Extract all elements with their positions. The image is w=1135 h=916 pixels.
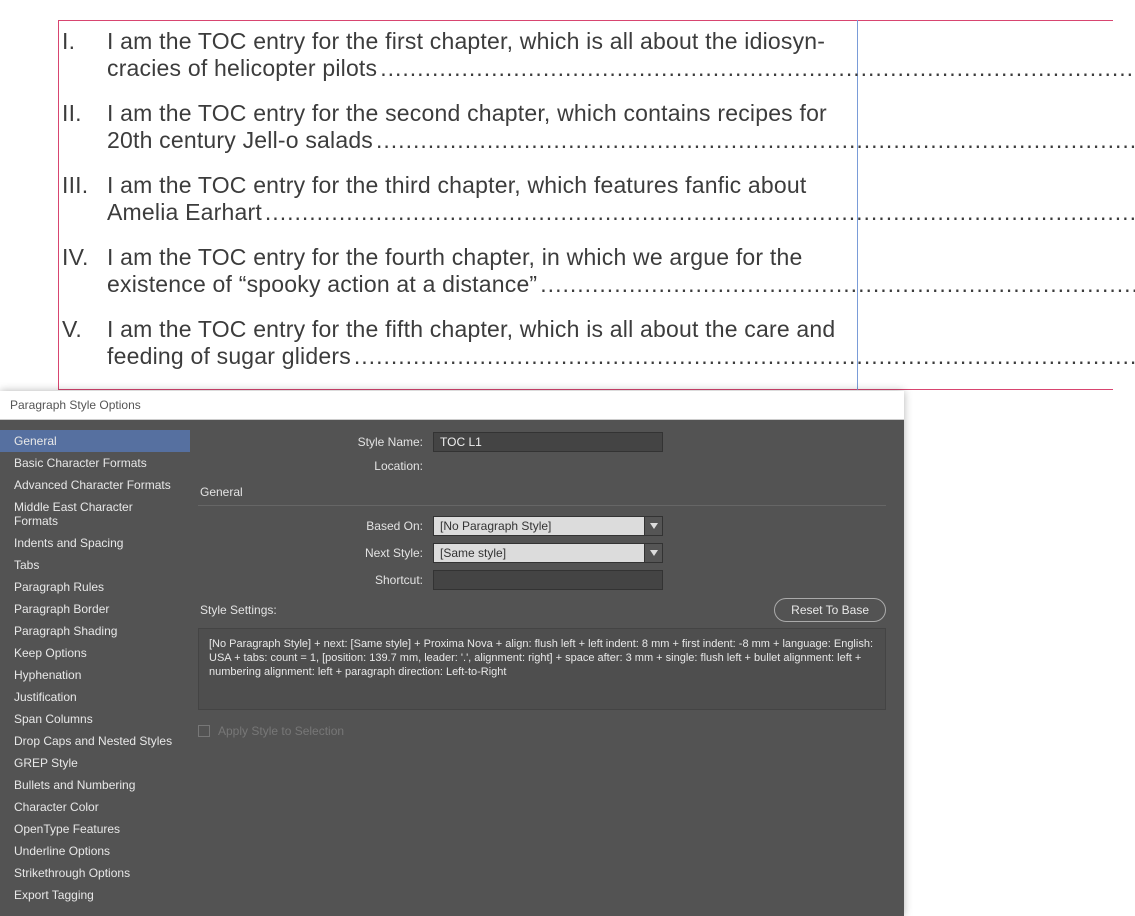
toc-text: existence of “spooky action at a distanc…	[107, 271, 537, 298]
toc-entry: III.I am the TOC entry for the third cha…	[62, 172, 852, 226]
based-on-dropdown[interactable]: [No Paragraph Style]	[433, 516, 663, 536]
toc-body: I am the TOC entry for the first chapter…	[107, 28, 1135, 82]
toc-number: I.	[62, 28, 107, 82]
apply-style-label: Apply Style to Selection	[218, 724, 344, 738]
toc-leader	[537, 271, 1135, 298]
toc-leader	[262, 199, 1135, 226]
sidebar-item-span-columns[interactable]: Span Columns	[0, 708, 190, 730]
paragraph-style-dialog: Paragraph Style Options GeneralBasic Cha…	[0, 391, 904, 916]
toc-number: III.	[62, 172, 107, 226]
sidebar-item-indents-and-spacing[interactable]: Indents and Spacing	[0, 532, 190, 554]
sidebar-item-paragraph-rules[interactable]: Paragraph Rules	[0, 576, 190, 598]
toc-leader	[351, 343, 1135, 370]
toc-text-line1: I am the TOC entry for the first chapter…	[107, 28, 1135, 55]
sidebar-item-justification[interactable]: Justification	[0, 686, 190, 708]
toc-body: I am the TOC entry for the third chapter…	[107, 172, 1135, 226]
sidebar-item-hyphenation[interactable]: Hyphenation	[0, 664, 190, 686]
toc-entry: I.I am the TOC entry for the first chapt…	[62, 28, 852, 82]
sidebar-item-strikethrough-options[interactable]: Strikethrough Options	[0, 862, 190, 884]
toc-text: feeding of sugar gliders	[107, 343, 351, 370]
next-style-label: Next Style:	[198, 546, 433, 560]
toc-content: I.I am the TOC entry for the first chapt…	[62, 28, 852, 388]
sidebar-item-drop-caps-and-nested-styles[interactable]: Drop Caps and Nested Styles	[0, 730, 190, 752]
sidebar-item-bullets-and-numbering[interactable]: Bullets and Numbering	[0, 774, 190, 796]
sidebar-item-export-tagging[interactable]: Export Tagging	[0, 884, 190, 906]
toc-text-line1: I am the TOC entry for the fourth chapte…	[107, 244, 1135, 271]
sidebar-item-opentype-features[interactable]: OpenType Features	[0, 818, 190, 840]
toc-body: I am the TOC entry for the fourth chapte…	[107, 244, 1135, 298]
sidebar-item-advanced-character-formats[interactable]: Advanced Character Formats	[0, 474, 190, 496]
next-style-dropdown[interactable]: [Same style]	[433, 543, 663, 563]
based-on-value: [No Paragraph Style]	[433, 516, 645, 536]
toc-text: Amelia Earhart	[107, 199, 262, 226]
sidebar-item-grep-style[interactable]: GREP Style	[0, 752, 190, 774]
toc-text-line1: I am the TOC entry for the fifth chapter…	[107, 316, 1135, 343]
toc-number: V.	[62, 316, 107, 370]
toc-leader	[377, 55, 1135, 82]
dialog-main-panel: Style Name: Location: General Based On: …	[190, 420, 904, 916]
toc-text-line1: I am the TOC entry for the third chapter…	[107, 172, 1135, 199]
next-style-value: [Same style]	[433, 543, 645, 563]
based-on-label: Based On:	[198, 519, 433, 533]
toc-text-line2: feeding of sugar gliders27	[107, 343, 1135, 370]
dialog-title: Paragraph Style Options	[0, 391, 904, 420]
sidebar-item-basic-character-formats[interactable]: Basic Character Formats	[0, 452, 190, 474]
style-settings-box: [No Paragraph Style] + next: [Same style…	[198, 628, 886, 710]
sidebar-item-tabs[interactable]: Tabs	[0, 554, 190, 576]
toc-text: cracies of helicopter pilots	[107, 55, 377, 82]
toc-text-line2: 20th century Jell-o salads8	[107, 127, 1135, 154]
apply-style-checkbox[interactable]	[198, 725, 210, 737]
toc-text-line2: cracies of helicopter pilots3	[107, 55, 1135, 82]
sidebar-item-paragraph-shading[interactable]: Paragraph Shading	[0, 620, 190, 642]
toc-number: II.	[62, 100, 107, 154]
sidebar-item-general[interactable]: General	[0, 430, 190, 452]
toc-text-line1: I am the TOC entry for the second chapte…	[107, 100, 1135, 127]
toc-entry: IV.I am the TOC entry for the fourth cha…	[62, 244, 852, 298]
location-label: Location:	[198, 459, 433, 473]
style-name-label: Style Name:	[198, 435, 433, 449]
toc-text: 20th century Jell-o salads	[107, 127, 373, 154]
toc-entry: V.I am the TOC entry for the fifth chapt…	[62, 316, 852, 370]
reset-to-base-button[interactable]: Reset To Base	[774, 598, 886, 622]
style-name-input[interactable]	[433, 432, 663, 452]
dialog-sidebar: GeneralBasic Character FormatsAdvanced C…	[0, 420, 190, 916]
apply-style-row: Apply Style to Selection	[198, 724, 886, 738]
sidebar-item-middle-east-character-formats[interactable]: Middle East Character Formats	[0, 496, 190, 532]
chevron-down-icon[interactable]	[645, 543, 663, 563]
toc-leader	[373, 127, 1135, 154]
toc-body: I am the TOC entry for the second chapte…	[107, 100, 1135, 154]
shortcut-input[interactable]	[433, 570, 663, 590]
shortcut-label: Shortcut:	[198, 573, 433, 587]
toc-number: IV.	[62, 244, 107, 298]
sidebar-item-keep-options[interactable]: Keep Options	[0, 642, 190, 664]
sidebar-item-character-color[interactable]: Character Color	[0, 796, 190, 818]
toc-entry: II.I am the TOC entry for the second cha…	[62, 100, 852, 154]
toc-text-line2: Amelia Earhart11	[107, 199, 1135, 226]
toc-body: I am the TOC entry for the fifth chapter…	[107, 316, 1135, 370]
chevron-down-icon[interactable]	[645, 516, 663, 536]
general-heading: General	[200, 485, 886, 499]
sidebar-item-paragraph-border[interactable]: Paragraph Border	[0, 598, 190, 620]
toc-text-line2: existence of “spooky action at a distanc…	[107, 271, 1135, 298]
sidebar-item-underline-options[interactable]: Underline Options	[0, 840, 190, 862]
divider	[198, 505, 886, 506]
style-settings-label: Style Settings:	[200, 603, 277, 617]
